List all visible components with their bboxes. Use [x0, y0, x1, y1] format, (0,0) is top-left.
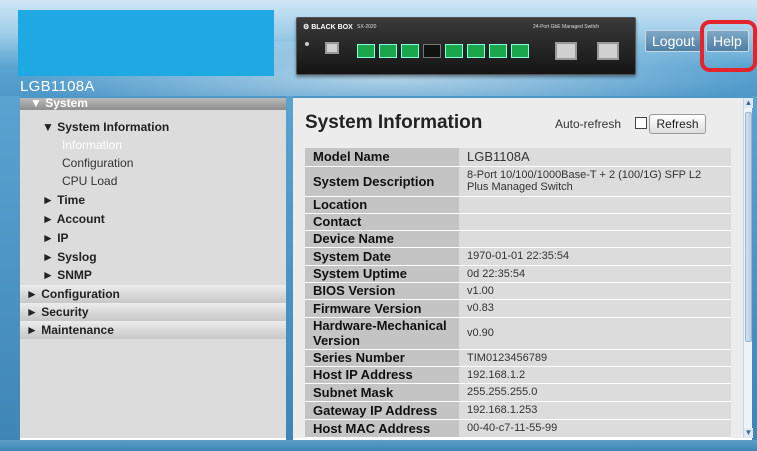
power-led	[305, 42, 309, 46]
table-row: Gateway IP Address 192.168.1.253	[305, 401, 731, 420]
row-key: Host MAC Address	[305, 419, 459, 438]
sidebar-menu: ▼ System ▼ System Information Informatio…	[20, 97, 286, 438]
row-value: 192.168.1.253	[459, 401, 731, 420]
table-row: Host IP Address 192.168.1.2	[305, 366, 731, 384]
panel-title: 24-Port GbE Managed Switch	[532, 24, 599, 30]
row-key: Location	[305, 196, 459, 214]
port-5	[445, 44, 463, 58]
sidebar-item-snmp[interactable]: ► SNMP	[20, 266, 286, 284]
sidebar-item-configuration[interactable]: ► Configuration	[20, 285, 286, 303]
table-row: Model Name LGB1108A	[305, 148, 731, 167]
auto-refresh-label: Auto-refresh	[555, 117, 622, 131]
row-key: Firmware Version	[305, 299, 459, 318]
scroll-thumb[interactable]	[745, 112, 752, 342]
device-name: LGB1108A	[20, 78, 95, 95]
logo-area	[18, 10, 274, 76]
table-row: System Description 8-Port 10/100/1000Base…	[305, 166, 731, 197]
row-value: 00-40-c7-11-55-99	[459, 419, 731, 438]
console-port	[325, 42, 339, 54]
table-row: Device Name	[305, 230, 731, 248]
header-banner: LGB1108A ⚙ BLACK BOX SX-2020 24-Port GbE…	[0, 0, 757, 96]
row-value	[459, 230, 731, 248]
sidebar-item-system-information[interactable]: ▼ System Information	[20, 118, 286, 136]
row-key: BIOS Version	[305, 282, 459, 300]
sidebar-nav: ▼ System ▼ System Information Informatio…	[20, 97, 286, 438]
sidebar-item-account[interactable]: ► Account	[20, 210, 286, 228]
system-info-table: Model Name LGB1108A System Description 8-Po…	[305, 148, 731, 438]
row-value: 1970-01-01 22:35:54	[459, 247, 731, 266]
row-value: TIM0123456789	[459, 349, 731, 367]
row-value: 192.168.1.2	[459, 366, 731, 384]
row-key: Host IP Address	[305, 366, 459, 384]
sfp-port-1	[555, 42, 577, 60]
table-row: Hardware-Mechanical Version v0.90	[305, 317, 731, 350]
sfp-port-2	[597, 42, 619, 60]
sidebar-item-time[interactable]: ► Time	[20, 191, 286, 209]
frame-right	[752, 96, 757, 440]
row-key: Series Number	[305, 349, 459, 367]
table-row: Firmware Version v0.83	[305, 299, 731, 318]
row-key: System Description	[305, 166, 459, 197]
frame-left	[0, 96, 20, 440]
port-4	[423, 44, 441, 58]
sidebar-item-system[interactable]: ▼ System	[20, 97, 286, 110]
footer-bar	[0, 440, 757, 451]
port-1	[357, 44, 375, 58]
page-title: System Information	[305, 112, 483, 133]
vertical-scrollbar[interactable]: ▲ ▼	[743, 98, 753, 438]
row-value: v0.90	[459, 317, 731, 350]
auto-refresh-checkbox[interactable]	[635, 117, 647, 129]
table-row: Subnet Mask 255.255.255.0	[305, 383, 731, 402]
port-7	[489, 44, 507, 58]
scroll-down-icon[interactable]: ▼	[744, 428, 753, 438]
row-value: 255.255.255.0	[459, 383, 731, 402]
sidebar-item-maintenance[interactable]: ► Maintenance	[20, 321, 286, 339]
row-value: v1.00	[459, 282, 731, 300]
sidebar-item-cpu-load[interactable]: CPU Load	[20, 172, 286, 190]
row-key: Subnet Mask	[305, 383, 459, 402]
row-key: System Date	[305, 247, 459, 266]
logout-button[interactable]: Logout	[645, 30, 702, 52]
row-key: System Uptime	[305, 265, 459, 283]
sidebar-item-syslog[interactable]: ► Syslog	[20, 248, 286, 266]
frame-divider	[286, 96, 293, 440]
sidebar-item-security[interactable]: ► Security	[20, 303, 286, 321]
sidebar-item-information[interactable]: Information	[20, 136, 286, 154]
row-key: Hardware-Mechanical Version	[305, 317, 459, 350]
table-row: Contact	[305, 213, 731, 231]
port-6	[467, 44, 485, 58]
sidebar-item-ip[interactable]: ► IP	[20, 229, 286, 247]
row-value: 8-Port 10/100/1000Base-T + 2 (100/1G) SF…	[459, 166, 731, 197]
table-row: System Uptime 0d 22:35:54	[305, 265, 731, 283]
row-value	[459, 213, 731, 231]
row-value	[459, 196, 731, 214]
port-2	[379, 44, 397, 58]
sidebar-item-configuration-sub[interactable]: Configuration	[20, 154, 286, 172]
row-key: Device Name	[305, 230, 459, 248]
table-row: Host MAC Address 00-40-c7-11-55-99	[305, 419, 731, 438]
table-row: BIOS Version v1.00	[305, 282, 731, 300]
port-3	[401, 44, 419, 58]
switch-front-panel-image: ⚙ BLACK BOX SX-2020 24-Port GbE Managed …	[296, 17, 636, 75]
row-value: 0d 22:35:54	[459, 265, 731, 283]
row-value: LGB1108A	[459, 148, 731, 167]
row-key: Gateway IP Address	[305, 401, 459, 420]
help-highlight-box	[700, 20, 757, 72]
row-key: Contact	[305, 213, 459, 231]
table-row: System Date 1970-01-01 22:35:54	[305, 247, 731, 266]
table-row: Series Number TIM0123456789	[305, 349, 731, 367]
port-8	[511, 44, 529, 58]
scroll-up-icon[interactable]: ▲	[744, 98, 753, 108]
row-key: Model Name	[305, 148, 459, 167]
row-value: v0.83	[459, 299, 731, 318]
main-content: System Information Auto-refresh Refresh …	[293, 98, 752, 438]
panel-model: SX-2020	[357, 24, 377, 30]
panel-brand: ⚙ BLACK BOX	[303, 24, 353, 31]
refresh-button[interactable]: Refresh	[649, 114, 706, 134]
table-row: Location	[305, 196, 731, 214]
